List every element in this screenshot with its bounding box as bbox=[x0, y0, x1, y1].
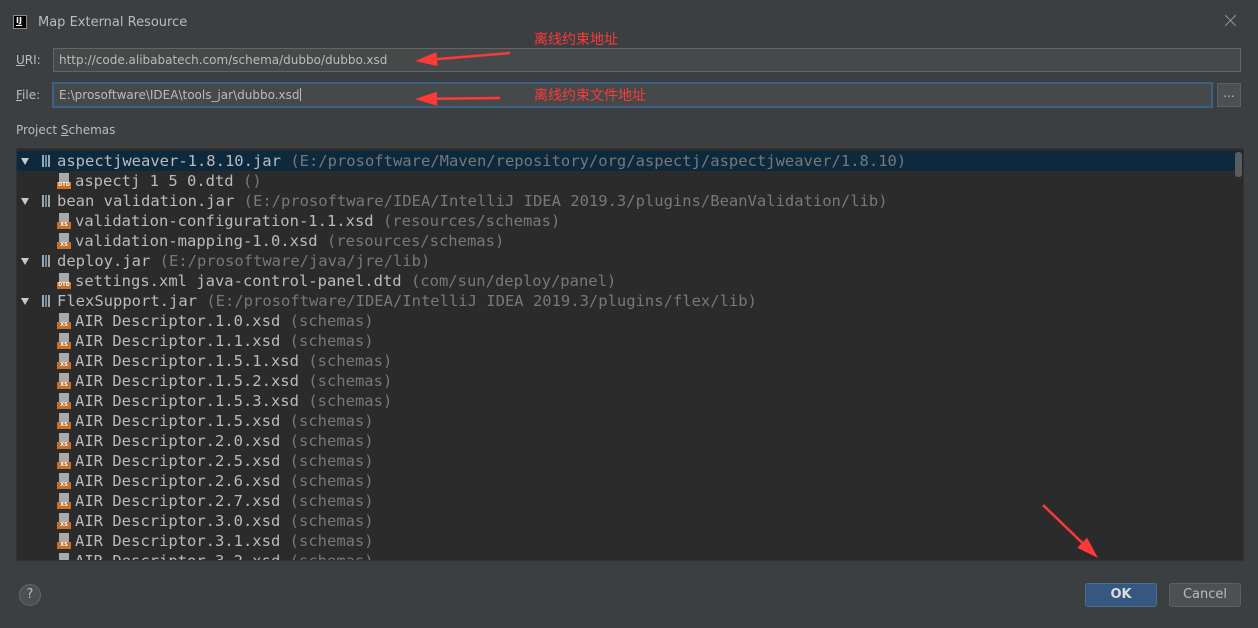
annotation-arrows bbox=[415, 51, 1098, 558]
file-arrow-shaft bbox=[436, 96, 501, 100]
file-arrow-head bbox=[415, 91, 438, 106]
ok-button[interactable]: OK bbox=[1085, 583, 1157, 607]
ok-arrow-shaft bbox=[1042, 504, 1084, 544]
uri-arrow-head bbox=[415, 52, 438, 67]
cancel-button[interactable]: Cancel bbox=[1169, 583, 1241, 607]
help-button[interactable]: ? bbox=[19, 584, 41, 606]
uri-arrow-shaft bbox=[436, 51, 511, 61]
